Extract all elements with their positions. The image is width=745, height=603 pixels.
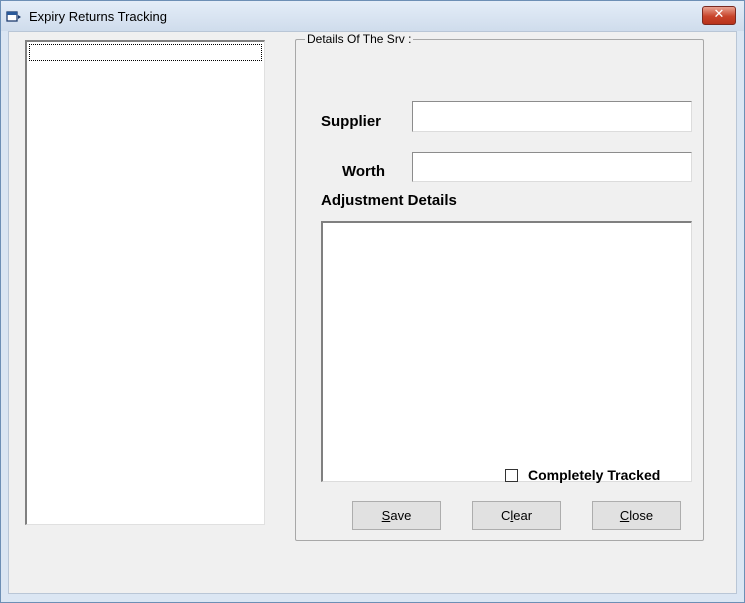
clear-button-before: C xyxy=(500,508,511,523)
worth-label: Worth xyxy=(342,163,386,180)
save-button-rest: ave xyxy=(390,508,412,523)
save-button[interactable]: Save xyxy=(352,501,441,530)
window-title: Expiry Returns Tracking xyxy=(29,9,167,24)
close-button[interactable]: Close xyxy=(592,501,681,530)
close-button-mnemonic: C xyxy=(619,508,630,523)
worth-input[interactable] xyxy=(412,152,692,182)
app-window-icon xyxy=(6,11,21,22)
completely-tracked-checkbox[interactable] xyxy=(505,469,518,482)
adjustment-details-label: Adjustment Details xyxy=(321,192,457,209)
close-button-rest: lose xyxy=(629,508,654,523)
list-focus-item[interactable] xyxy=(29,44,262,61)
supplier-input[interactable] xyxy=(412,101,692,132)
close-window-button[interactable]: ✕ xyxy=(702,6,736,25)
main-window: Expiry Returns Tracking ✕ Details Of The… xyxy=(0,0,745,603)
completely-tracked-label[interactable]: Completely Tracked xyxy=(528,467,660,483)
supplier-label: Supplier xyxy=(321,113,382,130)
title-bar[interactable]: Expiry Returns Tracking ✕ xyxy=(1,1,744,31)
details-groupbox-legend: Details Of The Srv : xyxy=(305,32,414,46)
srv-listbox[interactable] xyxy=(25,40,265,525)
clear-button-rest: ear xyxy=(513,508,533,523)
adjustment-details-textarea[interactable] xyxy=(321,221,692,482)
clear-button[interactable]: Clear xyxy=(472,501,561,530)
close-icon: ✕ xyxy=(713,7,725,22)
